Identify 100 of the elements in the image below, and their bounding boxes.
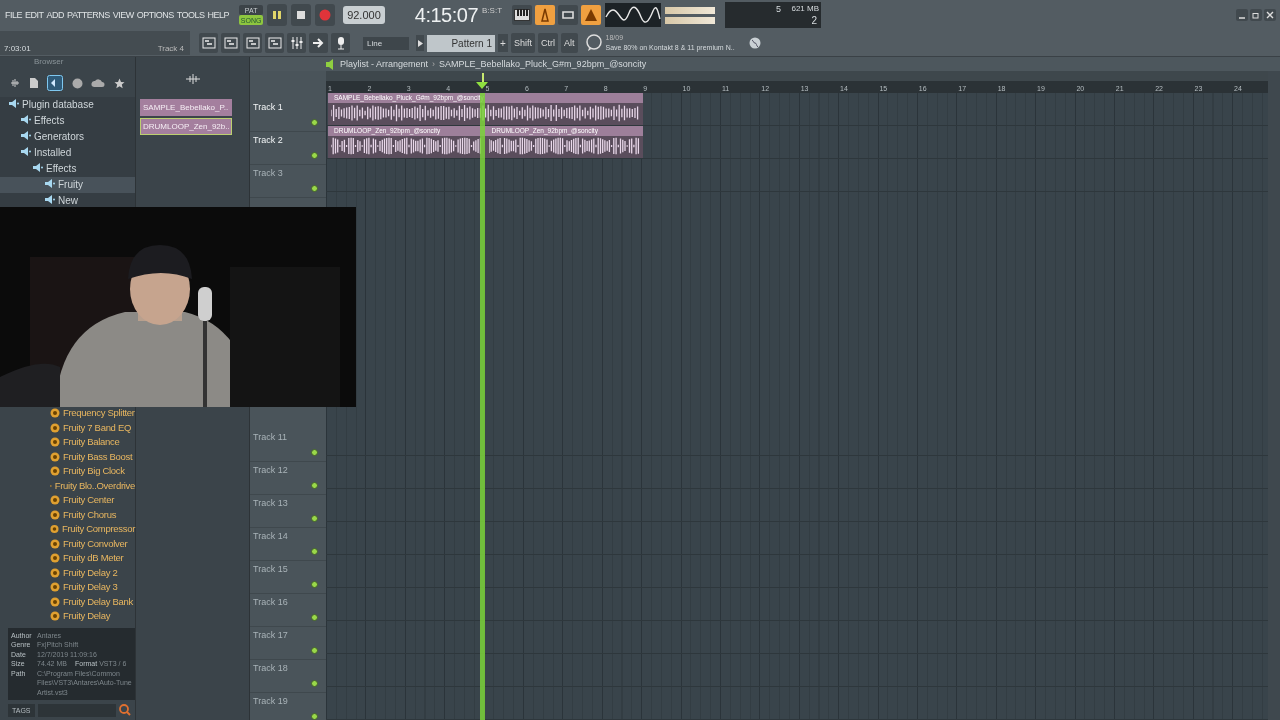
cpu-value: 5 [776,4,782,14]
track-name[interactable]: Track 17 [253,630,288,640]
browser-title: Browser [34,57,64,66]
toolbar-button[interactable] [243,33,262,53]
waveform-icon[interactable] [10,78,21,88]
metronome-icon[interactable] [535,5,556,25]
pattern-selector[interactable]: Pattern 1 [427,34,495,52]
volume-meter [665,6,716,24]
file-icon[interactable] [28,77,39,89]
modifier-key[interactable]: Ctrl [538,33,558,53]
menu-item[interactable]: PATTERNS [67,10,110,20]
close-button[interactable] [1264,9,1276,21]
pattern-name: SAMPLE_Bebellako_Pluck_G#m_92bpm_@soncity [439,59,647,69]
stop-icon [297,11,306,19]
window-icon [223,36,238,50]
track-dot[interactable] [311,581,318,588]
tree-item[interactable]: Generators [0,129,135,145]
plugin-item[interactable]: Fruity Center [50,493,135,508]
restore-button[interactable] [1250,9,1262,21]
plugin-item[interactable]: Fruity 7 Band EQ [50,420,135,435]
menu-item[interactable]: OPTIONS [136,10,174,20]
plugin-item[interactable]: Fruity Delay 3 [50,580,135,595]
speaker-icon[interactable] [326,58,336,70]
stop-button[interactable] [291,4,312,26]
track-dot[interactable] [311,152,318,159]
plugin-item[interactable]: Fruity Big Clock [50,464,135,479]
tree-item[interactable]: Effects [0,113,135,129]
snap-dropdown[interactable]: Line [363,36,409,50]
pause-icon [272,10,283,20]
tree-item[interactable]: Plugin database [0,97,135,113]
cloud-icon[interactable] [91,78,106,88]
tree-item[interactable]: Effects [0,161,135,177]
wait-icon[interactable] [581,5,602,25]
tree-item[interactable]: Fruity [0,177,135,193]
star-icon[interactable] [113,77,125,89]
waveform-icon[interactable] [184,74,201,84]
pattern-clip[interactable]: SAMPLE_Bebellako_P.. [140,99,232,116]
track-name[interactable]: Track 3 [253,168,283,178]
plugin-item[interactable]: Fruity Chorus [50,507,135,522]
plugin-item[interactable]: Fruity Bass Boost [50,449,135,464]
track-name[interactable]: Track 15 [253,564,288,574]
toolbar-button[interactable] [199,33,218,53]
toolbar-button[interactable] [265,33,284,53]
plugin-item[interactable]: Fruity Blo..Overdrive [50,478,135,493]
search-icon[interactable] [119,704,131,716]
plugin-item[interactable]: Frequency Splitter [50,406,135,421]
track-dot[interactable] [311,482,318,489]
menu-item[interactable]: ADD [46,10,65,20]
plugin-item[interactable]: Fruity dB Meter [50,551,135,566]
toolbar-button[interactable] [331,33,350,53]
track-name[interactable]: Track 11 [253,432,287,442]
menu-item[interactable]: TOOLS [176,10,205,20]
track-name[interactable]: Track 12 [253,465,288,475]
track-name[interactable]: Track 13 [253,498,288,508]
loop-icon[interactable] [558,5,579,25]
track-name[interactable]: Track 2 [253,135,283,145]
track-name[interactable]: Track 16 [253,597,288,607]
overview-scrollbar[interactable] [326,71,1268,81]
vertical-scrollbar[interactable] [1268,71,1280,720]
plugin-item[interactable]: Fruity Balance [50,435,135,450]
minimize-button[interactable] [1236,9,1248,21]
menu-item[interactable]: HELP [207,10,230,20]
polyphony-count: 2 [811,15,818,26]
track-dot[interactable] [311,185,318,192]
pattern-arrow-button[interactable] [416,35,424,51]
track-name[interactable]: Track 14 [253,531,288,541]
speech-bubble-icon[interactable] [584,34,603,52]
keyboard-icon[interactable] [512,5,533,25]
track-dot[interactable] [311,713,318,720]
track-name[interactable]: Track 1 [253,102,283,112]
track-dot[interactable] [311,548,318,555]
modifier-key[interactable]: Shift [511,33,535,53]
tempo-field[interactable]: 92.000 [343,6,385,24]
toolbar-button[interactable] [287,33,306,53]
menu-item[interactable]: FILE [5,10,22,20]
track-name[interactable]: Track 18 [253,663,288,673]
plugin-item[interactable]: Fruity Delay 2 [50,565,135,580]
track-dot[interactable] [311,119,318,126]
plugin-item[interactable]: Fruity Delay Bank [50,594,135,609]
pattern-clip[interactable]: DRUMLOOP_Zen_92b.. [140,118,232,135]
modifier-key[interactable]: Alt [561,33,578,53]
plugin-item[interactable]: Fruity Convolver [50,536,135,551]
track-dot[interactable] [311,449,318,456]
track-dot[interactable] [311,614,318,621]
plugin-item[interactable]: Fruity Compressor [50,522,135,537]
memory-usage: 621 MB [791,4,820,13]
menu-item[interactable]: EDIT [25,10,44,20]
plugin-item[interactable]: Fruity Delay [50,609,135,624]
add-pattern-button[interactable]: + [498,34,508,52]
track-dot[interactable] [311,647,318,654]
close-icon [1266,11,1274,19]
hint-target: Track 4 [157,44,184,53]
toolbar-button[interactable] [221,33,240,53]
play-button[interactable] [267,4,288,26]
track-dot[interactable] [311,515,318,522]
track-dot[interactable] [311,680,318,687]
toolbar-button[interactable] [309,33,328,53]
tree-item[interactable]: Installed [0,145,135,161]
track-name[interactable]: Track 19 [253,696,288,706]
menu-item[interactable]: VIEW [112,10,134,20]
